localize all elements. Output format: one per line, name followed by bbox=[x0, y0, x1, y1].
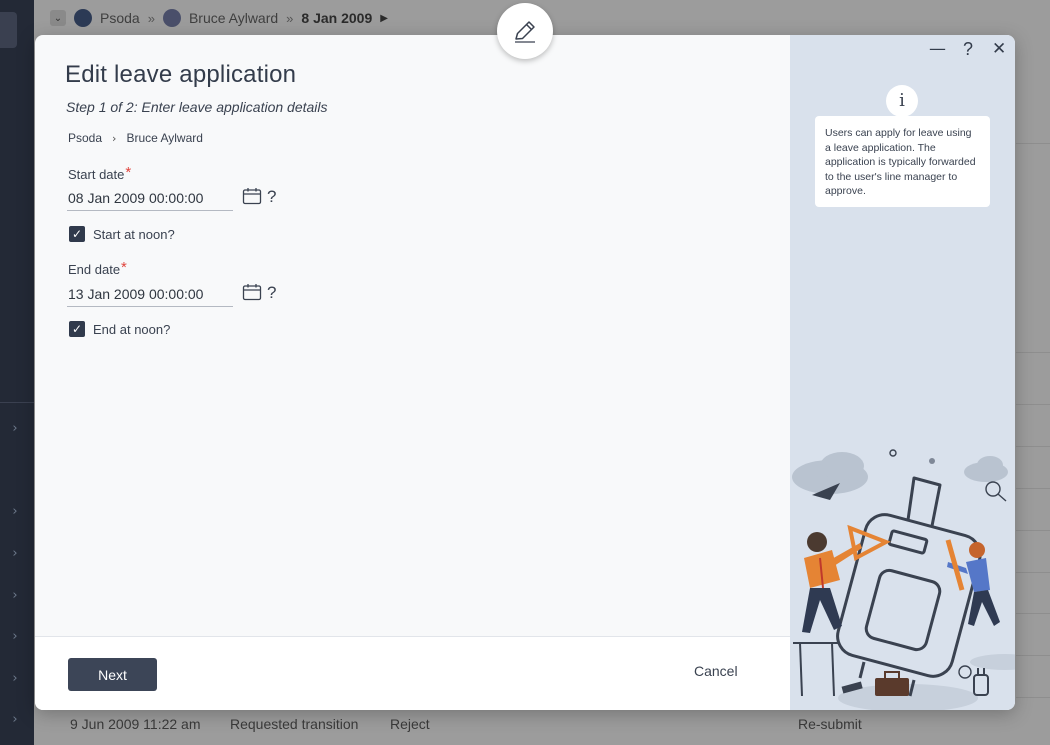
calendar-icon[interactable] bbox=[242, 187, 262, 205]
row-event: Requested transition bbox=[230, 716, 359, 732]
end-date-label: End date* bbox=[68, 259, 127, 278]
row-datetime: 9 Jun 2009 11:22 am bbox=[70, 716, 201, 732]
required-marker: * bbox=[125, 164, 132, 181]
end-at-noon-label: End at noon? bbox=[93, 321, 171, 337]
breadcrumb-separator: » bbox=[147, 10, 155, 26]
pencil-icon bbox=[515, 21, 535, 43]
info-panel: — ? ✕ i Users can apply for leave using … bbox=[790, 35, 1015, 710]
table-row: 9 Jun 2009 11:22 am Requested transition… bbox=[70, 716, 970, 738]
end-at-noon-checkbox[interactable]: ✓ bbox=[69, 321, 85, 337]
info-icon: i bbox=[886, 85, 918, 117]
start-at-noon-checkbox[interactable]: ✓ bbox=[69, 226, 85, 242]
chevron-right-icon[interactable]: › bbox=[8, 630, 22, 644]
info-text: Users can apply for leave using a leave … bbox=[815, 116, 990, 207]
end-at-noon-row[interactable]: ✓ End at noon? bbox=[69, 321, 170, 337]
row-action: Reject bbox=[390, 716, 430, 732]
start-date-input[interactable] bbox=[67, 185, 233, 211]
breadcrumb-root[interactable]: Psoda bbox=[68, 131, 102, 145]
chevron-right-icon[interactable]: › bbox=[8, 713, 22, 727]
end-date-label-text: End date bbox=[68, 262, 121, 277]
end-date-help-icon[interactable]: ? bbox=[267, 283, 276, 303]
start-date-label: Start date* bbox=[68, 164, 132, 183]
dialog-title: Edit leave application bbox=[65, 61, 297, 88]
sidebar-divider bbox=[0, 402, 34, 403]
minimize-icon[interactable]: — bbox=[929, 39, 946, 59]
dialog-footer: Next Cancel bbox=[35, 636, 790, 710]
sidebar-tab[interactable] bbox=[0, 12, 17, 48]
chevron-right-icon[interactable]: › bbox=[8, 547, 22, 561]
dialog-form-area: Edit leave application Step 1 of 2: Ente… bbox=[35, 35, 790, 710]
start-date-help-icon[interactable]: ? bbox=[267, 187, 276, 207]
chevron-right-icon[interactable]: › bbox=[8, 589, 22, 603]
background-breadcrumb: ⌄ Psoda » Bruce Aylward » 8 Jan 2009 ▶ bbox=[50, 6, 388, 30]
chevron-down-icon[interactable]: ⌄ bbox=[50, 10, 66, 26]
travel-illustration bbox=[792, 449, 1015, 710]
close-icon[interactable]: ✕ bbox=[992, 39, 1006, 59]
avatar bbox=[162, 9, 181, 27]
breadcrumb-root[interactable]: Psoda bbox=[100, 10, 140, 26]
dialog-subtitle: Step 1 of 2: Enter leave application det… bbox=[66, 99, 328, 115]
required-marker: * bbox=[121, 259, 127, 276]
chevron-right-icon[interactable]: › bbox=[8, 422, 22, 436]
end-date-input[interactable] bbox=[67, 281, 233, 307]
start-at-noon-row[interactable]: ✓ Start at noon? bbox=[69, 226, 175, 242]
app-sidebar: › › › › › › › bbox=[0, 0, 34, 745]
row-next-action: Re-submit bbox=[798, 716, 862, 732]
breadcrumb-separator: » bbox=[286, 10, 294, 26]
breadcrumb: Psoda › Bruce Aylward bbox=[68, 131, 203, 145]
breadcrumb-user[interactable]: Bruce Aylward bbox=[126, 131, 202, 145]
edit-badge bbox=[497, 3, 553, 59]
chevron-right-icon: › bbox=[112, 131, 117, 145]
breadcrumb-current[interactable]: 8 Jan 2009 bbox=[301, 10, 372, 26]
start-at-noon-label: Start at noon? bbox=[93, 226, 175, 242]
chevron-right-icon[interactable]: › bbox=[8, 672, 22, 686]
help-icon[interactable]: ? bbox=[963, 39, 973, 60]
cancel-button[interactable]: Cancel bbox=[694, 663, 738, 679]
calendar-icon[interactable] bbox=[242, 283, 262, 301]
organisation-icon bbox=[74, 9, 92, 27]
next-button[interactable]: Next bbox=[68, 658, 157, 691]
edit-leave-dialog: Edit leave application Step 1 of 2: Ente… bbox=[35, 35, 1015, 710]
start-date-label-text: Start date bbox=[68, 167, 125, 182]
breadcrumb-user[interactable]: Bruce Aylward bbox=[189, 10, 278, 26]
caret-right-icon[interactable]: ▶ bbox=[380, 13, 388, 24]
chevron-right-icon[interactable]: › bbox=[8, 505, 22, 519]
